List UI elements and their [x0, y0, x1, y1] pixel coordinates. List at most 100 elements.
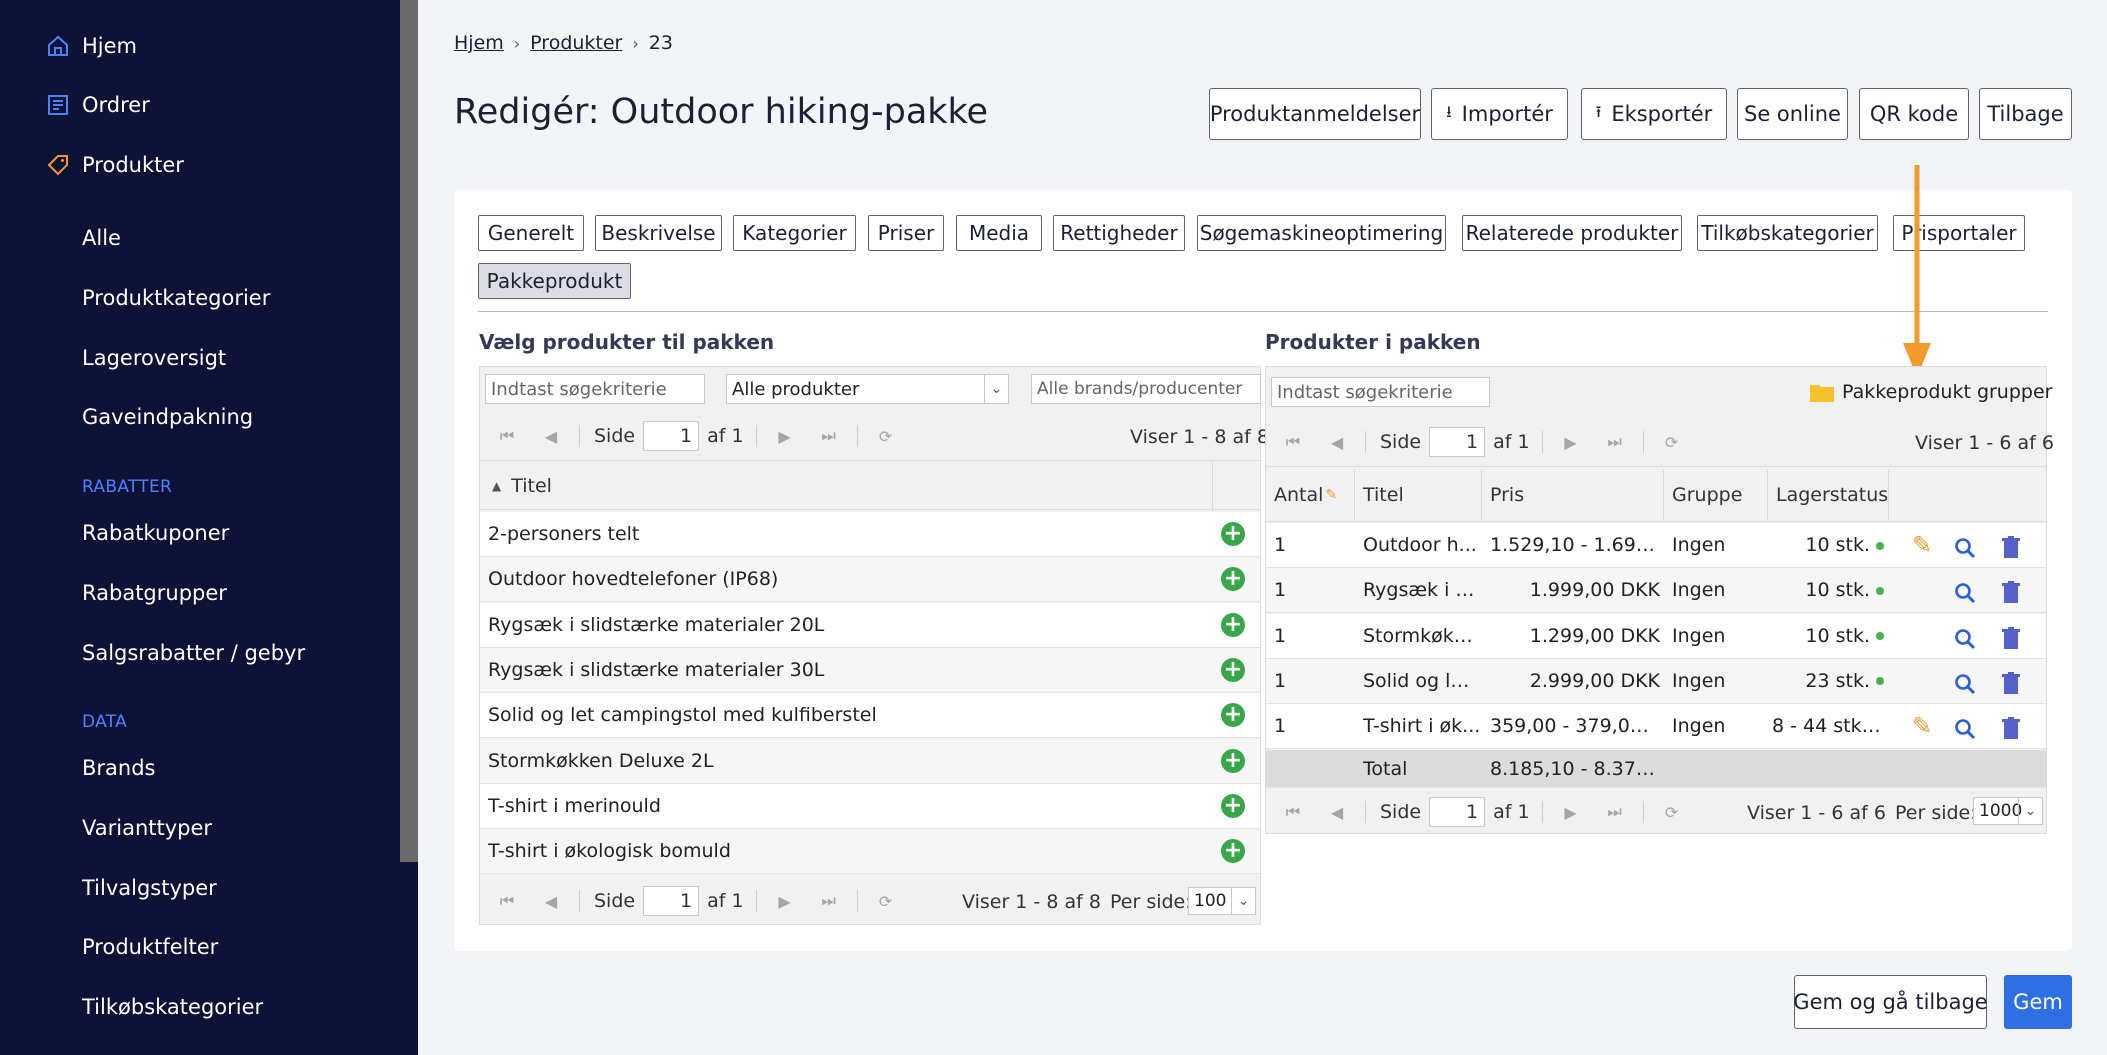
- column-title[interactable]: Titel: [1355, 470, 1482, 520]
- first-page-icon[interactable]: ⏮: [485, 891, 529, 911]
- next-page-icon[interactable]: ▶: [1549, 803, 1593, 822]
- qr-code-button[interactable]: QR kode: [1859, 88, 1969, 140]
- right-table-row[interactable]: 1 Rygsæk i sl... 1.999,00 DKK Ingen 10 stk.: [1266, 568, 2046, 614]
- last-page-icon[interactable]: ⏭: [1593, 432, 1637, 452]
- sidebar-item-option-types[interactable]: Tilvalgstyper: [82, 876, 217, 900]
- right-table-row[interactable]: 1 Outdoor h... 1.529,10 - 1.699,0... Ingen 1…: [1266, 523, 2046, 568]
- add-product-icon[interactable]: +: [1221, 748, 1245, 773]
- tab-general[interactable]: Generelt: [478, 215, 584, 251]
- column-stock[interactable]: Lagerstatus: [1768, 470, 1889, 520]
- trash-icon[interactable]: [2001, 671, 2021, 694]
- left-table-row[interactable]: 2-personers telt +: [480, 512, 1260, 557]
- first-page-icon[interactable]: ⏮: [1271, 802, 1315, 822]
- back-button[interactable]: Tilbage: [1979, 88, 2072, 140]
- left-column-title[interactable]: ▲ Titel: [480, 461, 1213, 511]
- tab-description[interactable]: Beskrivelse: [595, 215, 722, 251]
- left-table-row[interactable]: T-shirt i merinould +: [480, 783, 1260, 829]
- tab-categories[interactable]: Kategorier: [733, 215, 856, 251]
- export-button[interactable]: ⭱ Eksportér: [1581, 88, 1727, 140]
- last-page-icon[interactable]: ⏭: [1593, 802, 1637, 822]
- prev-page-icon[interactable]: ◀: [529, 892, 573, 911]
- trash-icon[interactable]: [2001, 581, 2021, 604]
- trash-icon[interactable]: [2001, 717, 2021, 740]
- breadcrumb-products-link[interactable]: Produkter: [530, 32, 622, 54]
- tab-permissions[interactable]: Rettigheder: [1053, 215, 1185, 251]
- column-price[interactable]: Pris: [1482, 470, 1664, 520]
- sidebar-item-product-categories[interactable]: Produktkategorier: [82, 286, 270, 310]
- add-product-icon[interactable]: +: [1221, 839, 1245, 864]
- column-group[interactable]: Gruppe: [1664, 470, 1768, 520]
- right-bottom-page-input[interactable]: 1: [1429, 797, 1486, 827]
- left-table-row[interactable]: Solid og let campingstol med kulfiberste…: [480, 693, 1260, 739]
- tab-prices[interactable]: Priser: [868, 215, 944, 251]
- tab-media[interactable]: Media: [956, 215, 1042, 251]
- left-per-page-select[interactable]: 100 ⌄: [1188, 887, 1256, 915]
- refresh-icon[interactable]: ⟳: [864, 892, 908, 911]
- breadcrumb-home-link[interactable]: Hjem: [454, 32, 504, 54]
- sidebar-item-addon-categories[interactable]: Tilkøbskategorier: [82, 995, 263, 1019]
- add-product-icon[interactable]: +: [1221, 567, 1245, 592]
- tab-addon-categories[interactable]: Tilkøbskategorier: [1697, 215, 1878, 251]
- prev-page-icon[interactable]: ◀: [529, 427, 573, 446]
- search-icon[interactable]: [1953, 581, 1977, 605]
- bundle-groups-button[interactable]: Pakkeprodukt grupper: [1810, 381, 2052, 403]
- reviews-button[interactable]: Produktanmeldelser: [1209, 88, 1421, 140]
- left-top-page-input[interactable]: 1: [643, 421, 700, 451]
- left-table-row[interactable]: Rygsæk i slidstærke materialer 20L +: [480, 602, 1260, 648]
- last-page-icon[interactable]: ⏭: [807, 891, 851, 911]
- sidebar-item-coupons[interactable]: Rabatkuponer: [82, 521, 229, 545]
- last-page-icon[interactable]: ⏭: [807, 426, 851, 446]
- sidebar-item-all[interactable]: Alle: [82, 226, 121, 250]
- edit-pencil-icon[interactable]: ✎: [1912, 712, 1932, 740]
- refresh-icon[interactable]: ⟳: [1650, 803, 1694, 822]
- left-table-row[interactable]: Rygsæk i slidstærke materialer 30L +: [480, 647, 1260, 693]
- next-page-icon[interactable]: ▶: [763, 892, 807, 911]
- right-search-input[interactable]: Indtast søgekriterie: [1271, 377, 1490, 407]
- search-icon[interactable]: [1953, 672, 1977, 696]
- sidebar-item-brands[interactable]: Brands: [82, 756, 156, 780]
- right-table-row[interactable]: 1 T-shirt i øk... 359,00 - 379,00 D... Inge…: [1266, 704, 2046, 750]
- sidebar-item-sales-discounts[interactable]: Salgsrabatter / gebyr: [82, 641, 305, 665]
- add-product-icon[interactable]: +: [1221, 703, 1245, 728]
- left-table-row[interactable]: T-shirt i økologisk bomuld +: [480, 829, 1260, 875]
- trash-icon[interactable]: [2001, 626, 2021, 649]
- right-table-row[interactable]: 1 Solid og let... 2.999,00 DKK Ingen 23 stk.: [1266, 658, 2046, 704]
- import-button[interactable]: ⭳ Importér: [1431, 88, 1568, 140]
- left-bottom-page-input[interactable]: 1: [643, 886, 700, 916]
- refresh-icon[interactable]: ⟳: [1650, 433, 1694, 452]
- sidebar-item-variant-types[interactable]: Varianttyper: [82, 816, 212, 840]
- sidebar-item-discount-groups[interactable]: Rabatgrupper: [82, 581, 227, 605]
- next-page-icon[interactable]: ▶: [1549, 433, 1593, 452]
- sidebar-item-orders[interactable]: Ordrer: [82, 93, 150, 117]
- left-table-row[interactable]: Outdoor hovedtelefoner (IP68) +: [480, 557, 1260, 603]
- tab-seo[interactable]: Søgemaskineoptimering: [1197, 215, 1446, 251]
- next-page-icon[interactable]: ▶: [763, 427, 807, 446]
- sidebar-item-product-fields[interactable]: Produktfelter: [82, 935, 218, 959]
- add-product-icon[interactable]: +: [1221, 522, 1245, 546]
- add-product-icon[interactable]: +: [1221, 793, 1245, 818]
- search-icon[interactable]: [1953, 536, 1977, 560]
- prev-page-icon[interactable]: ◀: [1315, 433, 1359, 452]
- sidebar-item-gift-wrapping[interactable]: Gaveindpakning: [82, 405, 253, 429]
- save-and-back-button[interactable]: Gem og gå tilbage: [1793, 975, 1988, 1029]
- sidebar-scrollbar[interactable]: [400, 0, 418, 862]
- add-product-icon[interactable]: +: [1221, 657, 1245, 682]
- left-table-row[interactable]: Stormkøkken Deluxe 2L +: [480, 738, 1260, 784]
- search-icon[interactable]: [1953, 717, 1977, 741]
- brand-filter-input[interactable]: Alle brands/producenter: [1031, 374, 1261, 404]
- refresh-icon[interactable]: ⟳: [864, 427, 908, 446]
- right-top-page-input[interactable]: 1: [1429, 427, 1486, 457]
- save-button[interactable]: Gem: [2004, 975, 2072, 1029]
- view-online-button[interactable]: Se online: [1737, 88, 1848, 140]
- search-icon[interactable]: [1953, 627, 1977, 651]
- right-table-row[interactable]: 1 Stormkøkk... 1.299,00 DKK Ingen 10 stk.: [1266, 613, 2046, 659]
- right-per-page-select[interactable]: 1000 ⌄: [1973, 797, 2043, 825]
- add-product-icon[interactable]: +: [1221, 612, 1245, 637]
- tab-related-products[interactable]: Relaterede produkter: [1462, 215, 1682, 251]
- left-product-filter-select[interactable]: Alle produkter ⌄: [726, 374, 1009, 404]
- column-qty[interactable]: Antal ✎: [1266, 470, 1355, 520]
- sidebar-item-home[interactable]: Hjem: [82, 34, 137, 58]
- edit-pencil-icon[interactable]: ✎: [1912, 531, 1932, 559]
- tab-bundle-product[interactable]: Pakkeprodukt: [478, 263, 631, 299]
- trash-icon[interactable]: [2001, 536, 2021, 558]
